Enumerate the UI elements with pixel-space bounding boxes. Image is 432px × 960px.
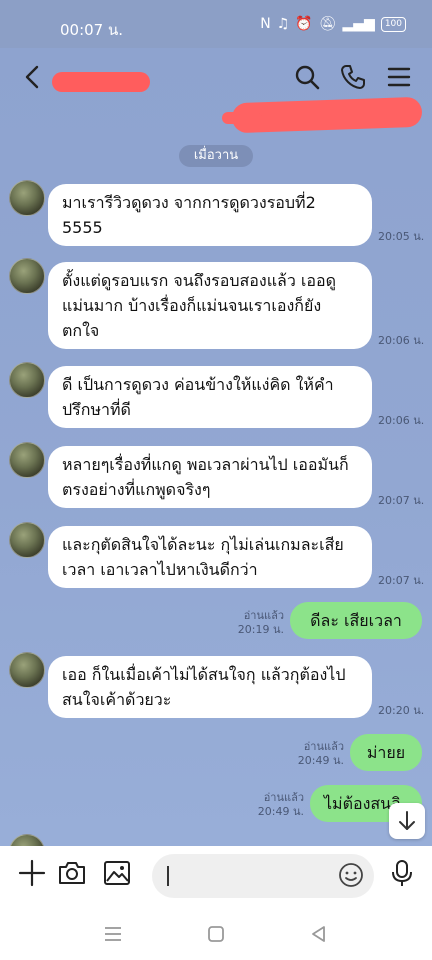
back-nav-icon[interactable] bbox=[308, 923, 330, 945]
back-icon[interactable] bbox=[18, 62, 48, 92]
message-bubble-sent[interactable]: ดีละ เสียเวลา bbox=[290, 602, 422, 639]
battery-icon: 100 bbox=[380, 16, 406, 32]
contact-avatar[interactable] bbox=[9, 834, 45, 846]
recent-apps-icon[interactable] bbox=[102, 923, 124, 945]
status-time: 00:07 น. bbox=[60, 21, 124, 39]
message-time: 20:07 น. bbox=[378, 574, 425, 587]
message-bubble-received[interactable]: และกุตัดสินใจได้ละนะ กุไม่เล่นเกมละเสียเ… bbox=[48, 526, 372, 588]
message-time: 20:07 น. bbox=[378, 494, 425, 507]
message-bubble-sent[interactable]: ม่ายย bbox=[350, 734, 422, 771]
message-read-meta: อ่านแล้ว 20:19 น. bbox=[222, 609, 284, 637]
redaction-mark bbox=[222, 112, 262, 124]
message-read-meta: อ่านแล้ว 20:49 น. bbox=[282, 740, 344, 768]
chat-screen: 00:07 น. N ♫ ⏰ 🔕︎ ▂▄▆ 100 เมื่อวาน มาเรา… bbox=[0, 0, 432, 960]
text-caret bbox=[167, 866, 169, 886]
microphone-icon[interactable] bbox=[387, 858, 417, 888]
contact-avatar[interactable] bbox=[9, 442, 45, 478]
home-icon[interactable] bbox=[205, 923, 227, 945]
message-time: 20:49 น. bbox=[297, 754, 344, 767]
message-time: 20:19 น. bbox=[237, 623, 284, 636]
nfc-icon: N bbox=[260, 16, 271, 32]
read-receipt: อ่านแล้ว bbox=[243, 609, 284, 622]
alarm-icon: ⏰ bbox=[295, 16, 313, 32]
arrow-down-icon[interactable] bbox=[389, 803, 425, 839]
message-time: 20:06 น. bbox=[378, 334, 425, 347]
signal-icon: ▂▄▆ bbox=[342, 16, 375, 32]
read-receipt: อ่านแล้ว bbox=[303, 740, 344, 753]
menu-icon[interactable] bbox=[385, 63, 413, 91]
mute-icon: 🔕︎ bbox=[318, 16, 337, 32]
message-time: 20:20 น. bbox=[378, 704, 425, 717]
contact-avatar[interactable] bbox=[9, 522, 45, 558]
smiley-icon[interactable] bbox=[338, 862, 364, 888]
search-icon[interactable] bbox=[293, 63, 321, 91]
chat-area[interactable]: เมื่อวาน มาเรารีวิวดูดวง จากการดูดวงรอบท… bbox=[0, 48, 432, 846]
message-time: 20:06 น. bbox=[378, 414, 425, 427]
message-bubble-received[interactable]: ตั้งแต่ดูรอบแรก จนถึงรอบสองแล้ว เออดูแม่… bbox=[48, 262, 372, 349]
contact-avatar[interactable] bbox=[9, 362, 45, 398]
phone-icon[interactable] bbox=[339, 63, 367, 91]
contact-avatar[interactable] bbox=[9, 258, 45, 294]
message-read-meta: อ่านแล้ว 20:49 น. bbox=[244, 791, 304, 819]
image-icon[interactable] bbox=[102, 858, 132, 888]
message-bubble-received[interactable]: ดี เป็นการดูดวง ค่อนข้างให้แง่คิด ให้คำป… bbox=[48, 366, 372, 428]
contact-avatar[interactable] bbox=[9, 180, 45, 216]
read-receipt: อ่านแล้ว bbox=[263, 791, 304, 804]
message-input-bar bbox=[0, 846, 432, 910]
camera-icon[interactable] bbox=[57, 858, 87, 888]
plus-icon[interactable] bbox=[17, 858, 47, 888]
contact-avatar[interactable] bbox=[9, 652, 45, 688]
message-bubble-received[interactable]: หลายๆเรื่องที่แกดู พอเวลาผ่านไป เออมันก็… bbox=[48, 446, 372, 508]
system-nav-bar bbox=[0, 910, 432, 960]
date-divider: เมื่อวาน bbox=[179, 145, 253, 167]
message-bubble-received[interactable]: มาเรารีวิวดูดวง จากการดูดวงรอบที่2 5555 bbox=[48, 184, 372, 246]
message-time: 20:49 น. bbox=[257, 805, 304, 818]
message-bubble-received[interactable]: เออ ก็ในเมื่อเค้าไม่ได้สนใจกุ แล้วกุต้อง… bbox=[48, 656, 372, 718]
redacted-contact-name bbox=[52, 72, 150, 92]
message-time: 20:05 น. bbox=[378, 230, 425, 243]
status-bar: 00:07 น. N ♫ ⏰ 🔕︎ ▂▄▆ 100 bbox=[0, 0, 432, 48]
status-icons: N ♫ ⏰ 🔕︎ ▂▄▆ 100 bbox=[260, 16, 406, 32]
headset-icon: ♫ bbox=[276, 16, 290, 32]
